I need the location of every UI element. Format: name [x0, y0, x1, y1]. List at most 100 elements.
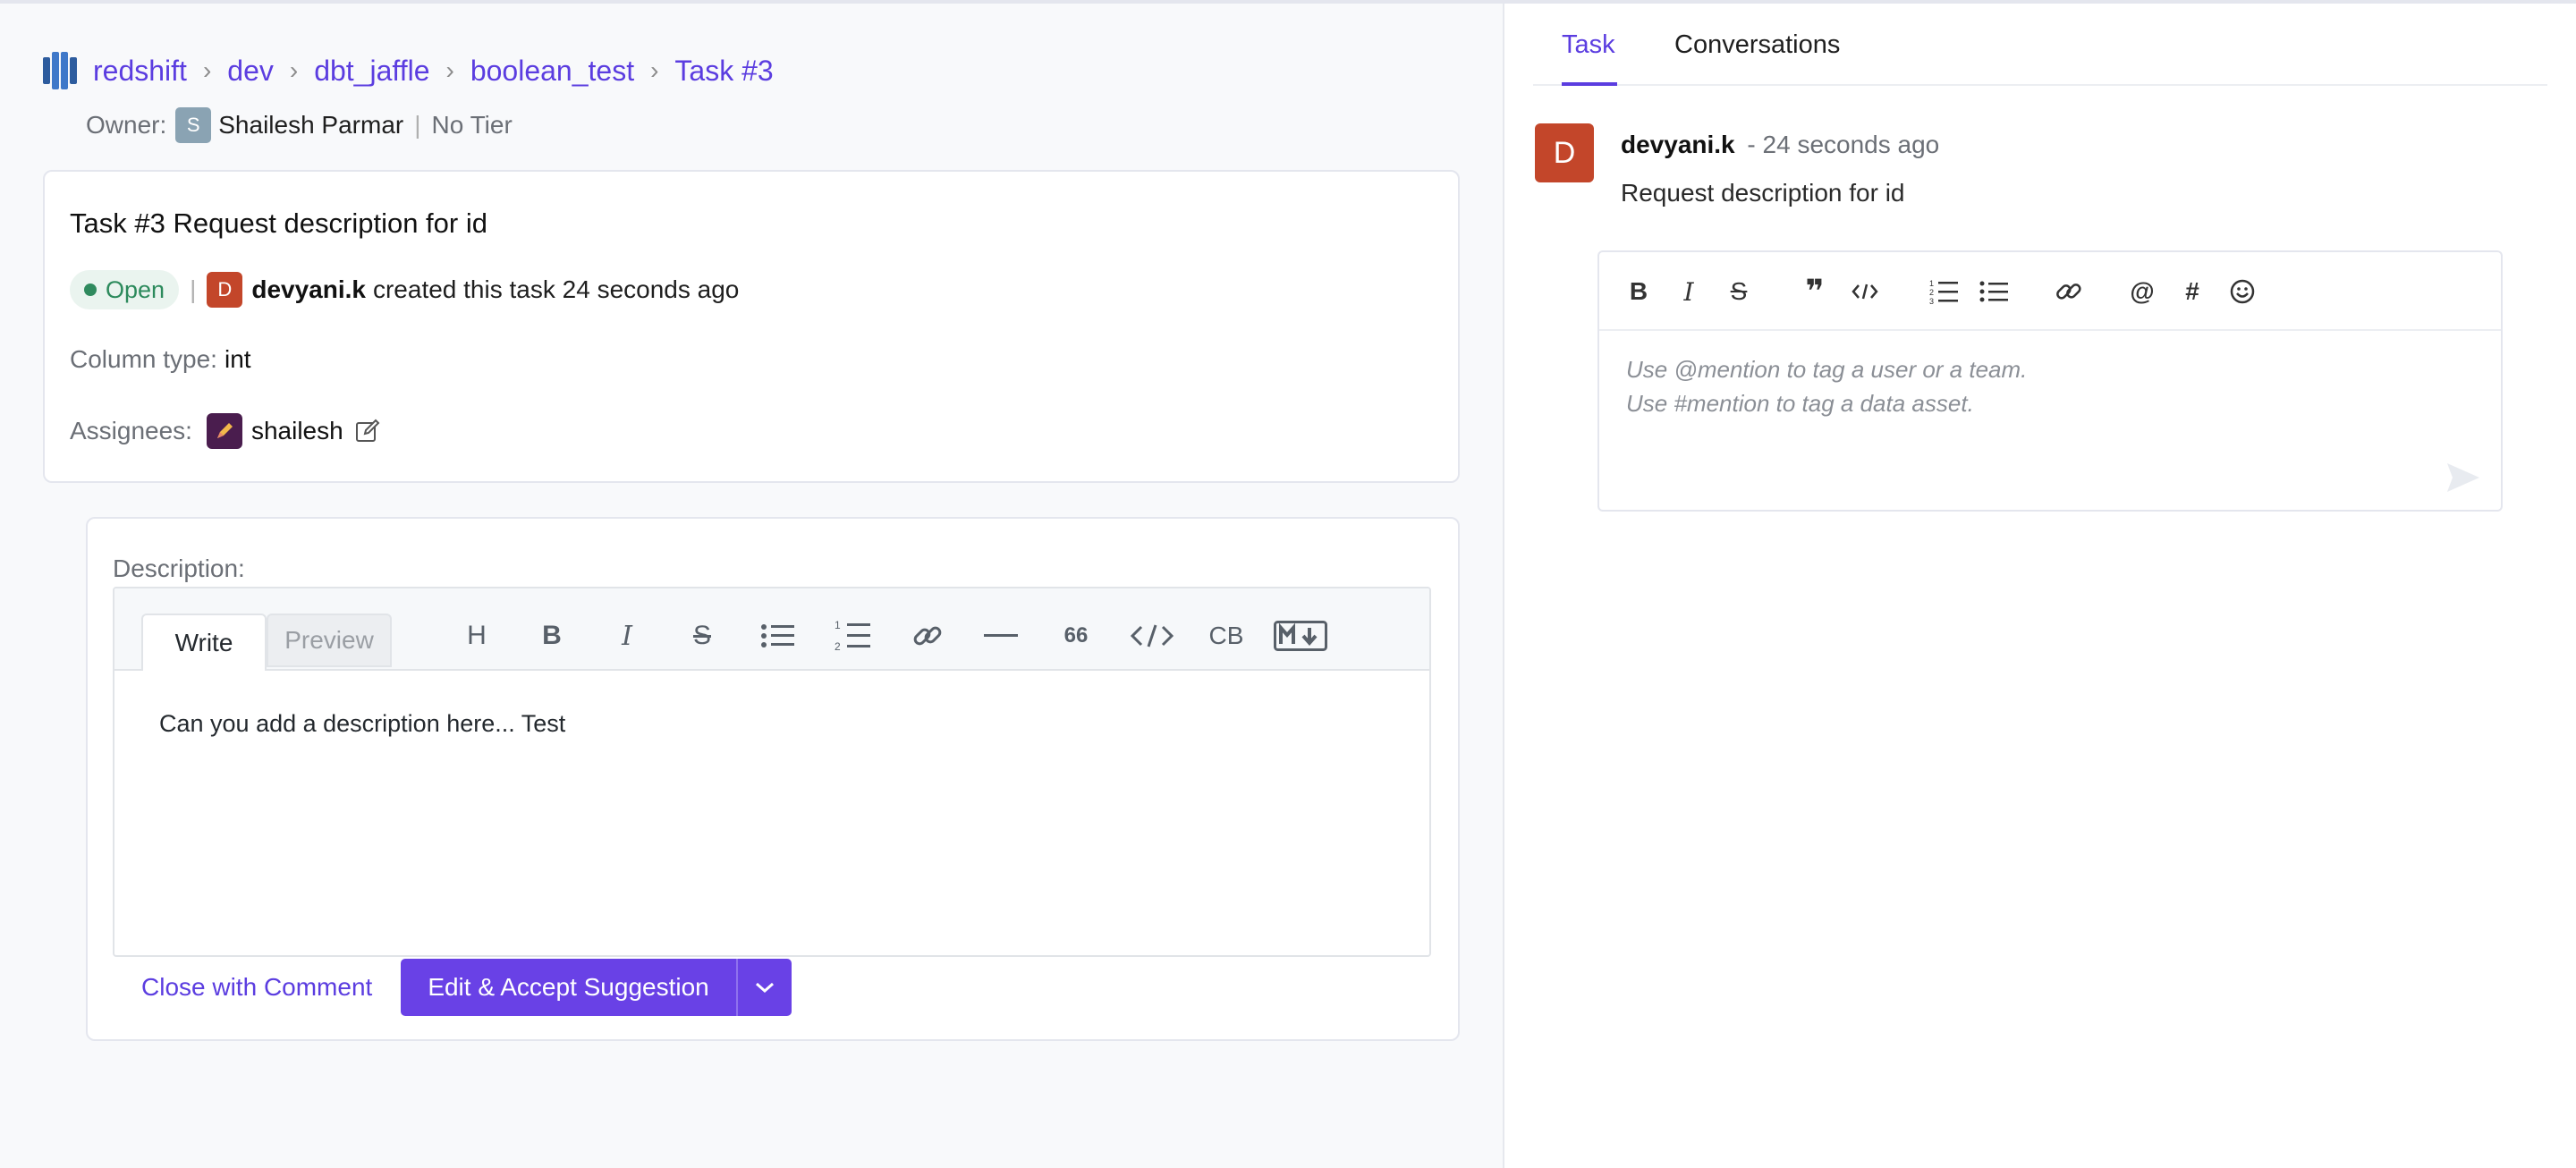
redshift-icon — [43, 52, 77, 89]
bullet-list-button[interactable] — [755, 615, 800, 656]
markdown-editor: Write Preview H B I S 1 2 66 CB Can you … — [113, 587, 1431, 957]
markdown-toggle-button[interactable] — [1272, 615, 1329, 656]
owner-label: Owner: — [86, 111, 167, 139]
chevron-right-icon: › — [289, 56, 299, 84]
composer-bold-button[interactable]: B — [1624, 275, 1653, 308]
breadcrumb-item-dbt-jaffle[interactable]: dbt_jaffle — [314, 55, 429, 88]
composer-strikethrough-button[interactable]: S — [1724, 275, 1753, 308]
chevron-down-icon — [755, 982, 774, 994]
assignee-name: shailesh — [250, 417, 343, 444]
send-icon[interactable] — [2445, 461, 2481, 494]
heading-button[interactable]: H — [454, 615, 499, 656]
assignees-row: Assignees: shailesh — [70, 413, 381, 449]
composer-bullet-list-button[interactable] — [1979, 275, 2009, 308]
message-body: Request description for id — [1621, 179, 1905, 207]
accept-options-dropdown[interactable] — [735, 959, 792, 1016]
composer-blockquote-button[interactable]: ❞ — [1800, 273, 1830, 309]
breadcrumb-item-boolean-test[interactable]: boolean_test — [470, 55, 634, 88]
owner-avatar: S — [175, 107, 212, 143]
composer-code-button[interactable] — [1850, 275, 1880, 308]
bold-button[interactable]: B — [530, 615, 574, 656]
tab-preview[interactable]: Preview — [267, 614, 392, 667]
markdown-icon — [1274, 621, 1327, 651]
assignees-label: Assignees: — [70, 417, 192, 444]
code-button[interactable] — [1125, 615, 1179, 656]
composer-hashtag-button[interactable]: # — [2177, 275, 2207, 308]
chevron-right-icon: › — [445, 56, 454, 84]
created-text: created this task 24 seconds ago — [372, 275, 740, 303]
column-type-value: int — [224, 345, 251, 373]
svg-text:1: 1 — [835, 619, 841, 631]
bullet-list-icon — [1979, 281, 2008, 302]
edit-accept-suggestion-button[interactable]: Edit & Accept Suggestion — [401, 959, 736, 1016]
numbered-list-icon: 1 2 — [835, 619, 870, 653]
tab-conversations[interactable]: Conversations — [1674, 30, 1840, 60]
tab-task[interactable]: Task — [1562, 30, 1615, 60]
composer-link-button[interactable] — [2054, 275, 2084, 308]
emoji-icon — [2230, 279, 2255, 304]
assignee-avatar — [206, 413, 242, 449]
status-dot-icon — [84, 284, 97, 296]
task-title: Task #3 Request description for id — [70, 207, 487, 239]
tab-write[interactable]: Write — [141, 614, 267, 671]
message-time: - 24 seconds ago — [1747, 131, 1940, 158]
composer-ordered-list-button[interactable]: 1 2 3 — [1928, 275, 1959, 308]
tier-label: No Tier — [431, 111, 513, 139]
horizontal-rule-button[interactable] — [979, 615, 1023, 656]
svg-text:3: 3 — [1929, 297, 1934, 305]
composer-toolbar: B I S ❞ 1 2 3 @ # — [1599, 252, 2501, 331]
task-side-panel: Task Conversations D devyani.k - 24 seco… — [1503, 4, 2576, 1168]
message-header: devyani.k - 24 seconds ago — [1621, 131, 1939, 159]
creator-avatar: D — [207, 272, 243, 308]
breadcrumb-item-redshift[interactable]: redshift — [93, 55, 187, 88]
task-card: Task #3 Request description for id Open … — [43, 170, 1460, 483]
description-textarea[interactable]: Can you add a description here... Test — [159, 710, 565, 738]
description-actions: Close with Comment Edit & Accept Suggest… — [141, 959, 792, 1016]
link-icon — [913, 626, 942, 646]
horizontal-rule-icon — [984, 634, 1018, 637]
breadcrumb: redshift › dev › dbt_jaffle › boolean_te… — [43, 48, 774, 93]
chevron-right-icon: › — [202, 56, 212, 84]
status-text: Open — [106, 275, 165, 303]
italic-button[interactable]: I — [605, 615, 649, 656]
composer-placeholder-line-1[interactable]: Use @mention to tag a user or a team. — [1626, 356, 2027, 384]
composer-placeholder-line-2: Use #mention to tag a data asset. — [1626, 390, 1974, 417]
task-detail-pane: redshift › dev › dbt_jaffle › boolean_te… — [0, 4, 1503, 1168]
composer-italic-button[interactable]: I — [1674, 275, 1703, 308]
strikethrough-button[interactable]: S — [680, 615, 724, 656]
svg-text:2: 2 — [835, 640, 841, 653]
pencil-avatar-icon — [216, 423, 233, 438]
status-badge: Open — [70, 270, 180, 309]
creator-name[interactable]: devyani.k — [251, 275, 366, 304]
panel-tabs: Task Conversations — [1533, 4, 2547, 86]
code-block-button[interactable]: CB — [1204, 615, 1249, 656]
task-page: redshift › dev › dbt_jaffle › boolean_te… — [0, 4, 2576, 1168]
message-avatar: D — [1535, 123, 1594, 182]
owner-name[interactable]: Shailesh Parmar — [218, 111, 403, 140]
description-label: Description: — [113, 554, 245, 582]
code-icon — [1852, 284, 1878, 300]
numbered-list-button[interactable]: 1 2 — [830, 615, 875, 656]
composer-emoji-button[interactable] — [2227, 275, 2258, 308]
composer-mention-button[interactable]: @ — [2127, 275, 2157, 308]
breadcrumb-item-dev[interactable]: dev — [227, 55, 274, 88]
breadcrumb-item-task[interactable]: Task #3 — [674, 55, 773, 88]
divider: | — [414, 111, 421, 139]
column-type-row: Column type: int — [70, 345, 251, 374]
edit-icon[interactable] — [354, 418, 381, 444]
svg-text:1: 1 — [1929, 279, 1934, 288]
quote-button[interactable]: 66 — [1054, 615, 1098, 656]
chevron-right-icon: › — [650, 56, 659, 84]
editor-toolbar: Write Preview H B I S 1 2 66 CB — [114, 588, 1429, 671]
comment-composer: B I S ❞ 1 2 3 @ # Use @mention to tag a … — [1597, 250, 2503, 512]
code-icon — [1131, 624, 1174, 647]
link-icon — [2056, 284, 2081, 300]
active-tab-indicator — [1562, 82, 1617, 86]
svg-text:2: 2 — [1929, 288, 1934, 297]
message-author[interactable]: devyani.k — [1621, 131, 1735, 158]
close-with-comment-button[interactable]: Close with Comment — [141, 973, 372, 1002]
description-card: Description: Write Preview H B I S 1 2 6… — [86, 517, 1460, 1041]
link-button[interactable] — [905, 615, 950, 656]
column-type-label: Column type: — [70, 345, 217, 373]
task-meta-row: Open | D devyani.k created this task 24 … — [70, 270, 739, 309]
